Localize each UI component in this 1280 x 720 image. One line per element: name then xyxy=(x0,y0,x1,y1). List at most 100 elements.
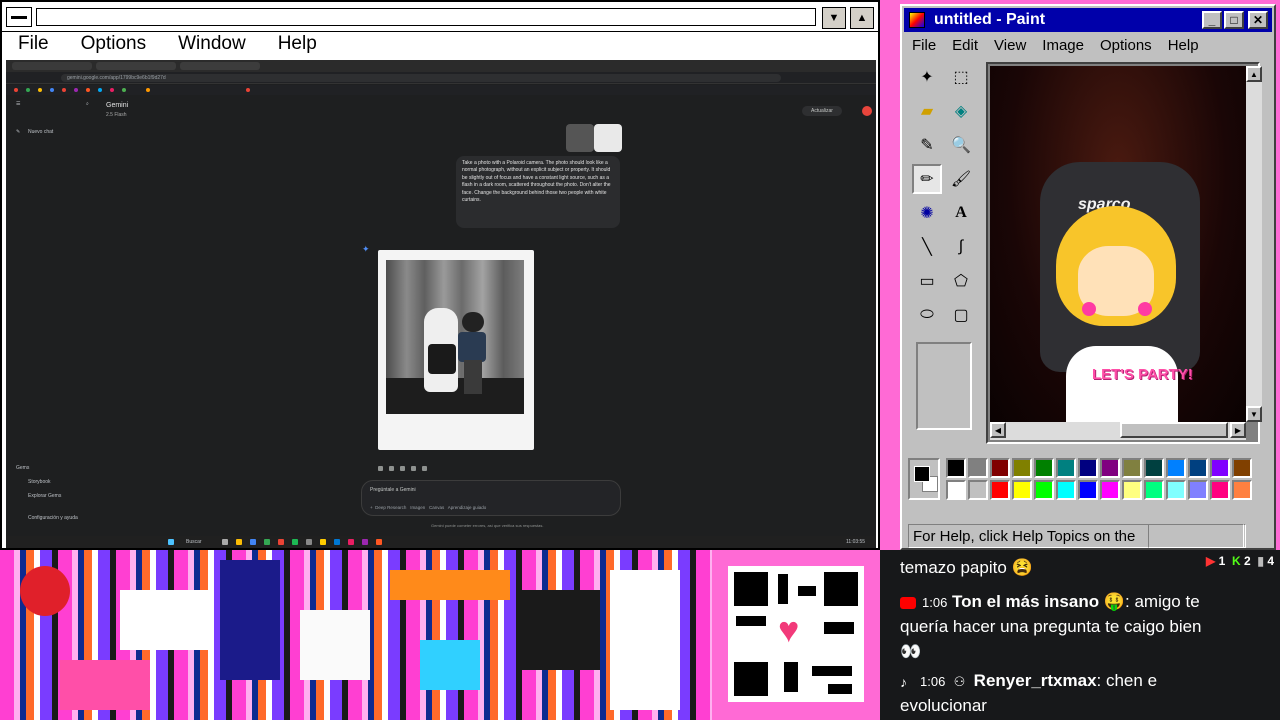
maximize-button[interactable]: ▲ xyxy=(850,7,874,29)
thumbs-up-icon[interactable] xyxy=(378,466,383,471)
horizontal-scrollbar[interactable]: ◀ ▶ xyxy=(990,422,1246,440)
tool-imagen[interactable]: Imagen xyxy=(410,505,425,510)
fill-icon[interactable]: ◈ xyxy=(946,96,976,126)
color-swatch[interactable] xyxy=(1210,480,1230,500)
color-swatch[interactable] xyxy=(1188,458,1208,478)
rectangle-icon[interactable]: ▭ xyxy=(912,266,942,296)
color-swatch[interactable] xyxy=(1078,458,1098,478)
line-icon[interactable]: ╲ xyxy=(912,232,942,262)
rounded-rect-icon[interactable]: ▢ xyxy=(946,300,976,330)
color-swatch[interactable] xyxy=(1144,458,1164,478)
scroll-up-icon[interactable]: ▲ xyxy=(1246,66,1262,82)
scroll-thumb[interactable] xyxy=(1120,422,1228,438)
magnifier-icon[interactable]: 🔍 xyxy=(946,130,976,160)
color-swatch[interactable] xyxy=(968,480,988,500)
color-swatch[interactable] xyxy=(1012,480,1032,500)
color-swatch[interactable] xyxy=(1034,458,1054,478)
color-swatch[interactable] xyxy=(1166,480,1186,500)
color-swatch[interactable] xyxy=(1122,480,1142,500)
color-swatch[interactable] xyxy=(1144,480,1164,500)
url-input[interactable]: gemini.google.com/app/1799bc9e6b1f9d27d xyxy=(61,74,781,82)
scroll-right-icon[interactable]: ▶ xyxy=(1230,422,1246,438)
tab[interactable] xyxy=(96,62,176,70)
rect-select-icon[interactable]: ⬚ xyxy=(946,62,976,92)
model-selector[interactable]: 2.5 Flash xyxy=(106,112,127,118)
generated-polaroid-image[interactable] xyxy=(378,250,534,450)
pencil-icon[interactable]: ✏ xyxy=(912,164,942,194)
current-colors[interactable] xyxy=(908,458,940,500)
minimize-button[interactable]: ▼ xyxy=(822,7,846,29)
taskbar-search[interactable]: Buscar xyxy=(186,539,202,545)
color-swatch[interactable] xyxy=(990,480,1010,500)
regenerate-icon[interactable] xyxy=(400,466,405,471)
scroll-left-icon[interactable]: ◀ xyxy=(990,422,1006,438)
free-select-icon[interactable]: ✦ xyxy=(912,62,942,92)
copy-icon[interactable] xyxy=(422,466,427,471)
color-swatch[interactable] xyxy=(1210,458,1230,478)
menu-view[interactable]: View xyxy=(986,34,1034,58)
color-swatch[interactable] xyxy=(1122,458,1142,478)
storybook-link[interactable]: Storybook xyxy=(28,479,51,485)
menu-window[interactable]: Window xyxy=(162,32,262,58)
tool-canvas[interactable]: Canvas xyxy=(429,505,444,510)
start-icon[interactable] xyxy=(168,539,174,545)
tab[interactable] xyxy=(180,62,260,70)
system-menu-button[interactable] xyxy=(6,7,32,27)
menu-options[interactable]: Options xyxy=(1092,34,1160,58)
color-swatch[interactable] xyxy=(1056,458,1076,478)
menu-help[interactable]: Help xyxy=(1160,34,1207,58)
menu-image[interactable]: Image xyxy=(1034,34,1092,58)
menu-edit[interactable]: Edit xyxy=(944,34,986,58)
color-swatch[interactable] xyxy=(1166,458,1186,478)
curve-icon[interactable]: ∫ xyxy=(946,232,976,262)
menu-file[interactable]: File xyxy=(904,34,944,58)
avatar[interactable] xyxy=(862,106,872,116)
menu-help[interactable]: Help xyxy=(262,32,333,58)
new-chat-icon[interactable]: ✎ xyxy=(16,129,20,135)
upgrade-button[interactable]: Actualizar xyxy=(802,106,842,116)
qr-code[interactable]: ♥ xyxy=(728,566,864,702)
attachment-thumbnail[interactable] xyxy=(566,124,594,152)
scroll-down-icon[interactable]: ▼ xyxy=(1246,406,1262,422)
paint-title-bar[interactable]: untitled - Paint _ □ ✕ xyxy=(904,8,1272,32)
color-swatch[interactable] xyxy=(1078,480,1098,500)
menu-file[interactable]: File xyxy=(2,32,65,58)
vertical-scrollbar[interactable]: ▲ ▼ xyxy=(1246,66,1262,422)
window-title-bar[interactable] xyxy=(36,8,816,26)
color-swatch[interactable] xyxy=(990,458,1010,478)
attachment-thumbnail[interactable] xyxy=(594,124,622,152)
color-swatch[interactable] xyxy=(968,458,988,478)
airbrush-icon[interactable]: ✺ xyxy=(912,198,942,228)
prompt-input-box[interactable]: Pregúntale a Gemini + Deep Research Imag… xyxy=(361,480,621,516)
tool-options-box[interactable] xyxy=(916,342,972,430)
color-swatch[interactable] xyxy=(946,480,966,500)
color-swatch[interactable] xyxy=(1056,480,1076,500)
ellipse-icon[interactable]: ⬭ xyxy=(912,300,942,330)
color-swatch[interactable] xyxy=(1034,480,1054,500)
color-picker-icon[interactable]: ✎ xyxy=(912,130,942,160)
close-button[interactable]: ✕ xyxy=(1248,11,1268,29)
color-swatch[interactable] xyxy=(946,458,966,478)
paint-canvas[interactable]: sparco LET'S PARTY! xyxy=(990,66,1246,422)
maximize-button[interactable]: □ xyxy=(1224,11,1244,29)
color-swatch[interactable] xyxy=(1188,480,1208,500)
search-icon[interactable]: ⌕ xyxy=(86,101,89,107)
explore-gems-link[interactable]: Explorar Gems xyxy=(28,493,61,499)
color-swatch[interactable] xyxy=(1100,458,1120,478)
tool-deep-research[interactable]: Deep Research xyxy=(375,505,406,510)
minimize-button[interactable]: _ xyxy=(1202,11,1222,29)
thumbs-down-icon[interactable] xyxy=(389,466,394,471)
menu-icon[interactable]: ☰ xyxy=(16,101,20,107)
color-swatch[interactable] xyxy=(1012,458,1032,478)
share-icon[interactable] xyxy=(411,466,416,471)
brush-icon[interactable]: 🖌 xyxy=(946,164,976,194)
color-swatch[interactable] xyxy=(1100,480,1120,500)
settings-link[interactable]: Configuración y ayuda xyxy=(28,515,78,521)
color-swatch[interactable] xyxy=(1232,458,1252,478)
color-swatch[interactable] xyxy=(1232,480,1252,500)
new-chat-link[interactable]: Nuevo chat xyxy=(28,129,53,135)
eraser-icon[interactable]: ▰ xyxy=(912,96,942,126)
text-icon[interactable]: A xyxy=(946,198,976,228)
prompt-input[interactable]: Pregúntale a Gemini xyxy=(370,487,416,493)
tool-guided-learning[interactable]: Aprendizaje guiado xyxy=(448,505,487,510)
